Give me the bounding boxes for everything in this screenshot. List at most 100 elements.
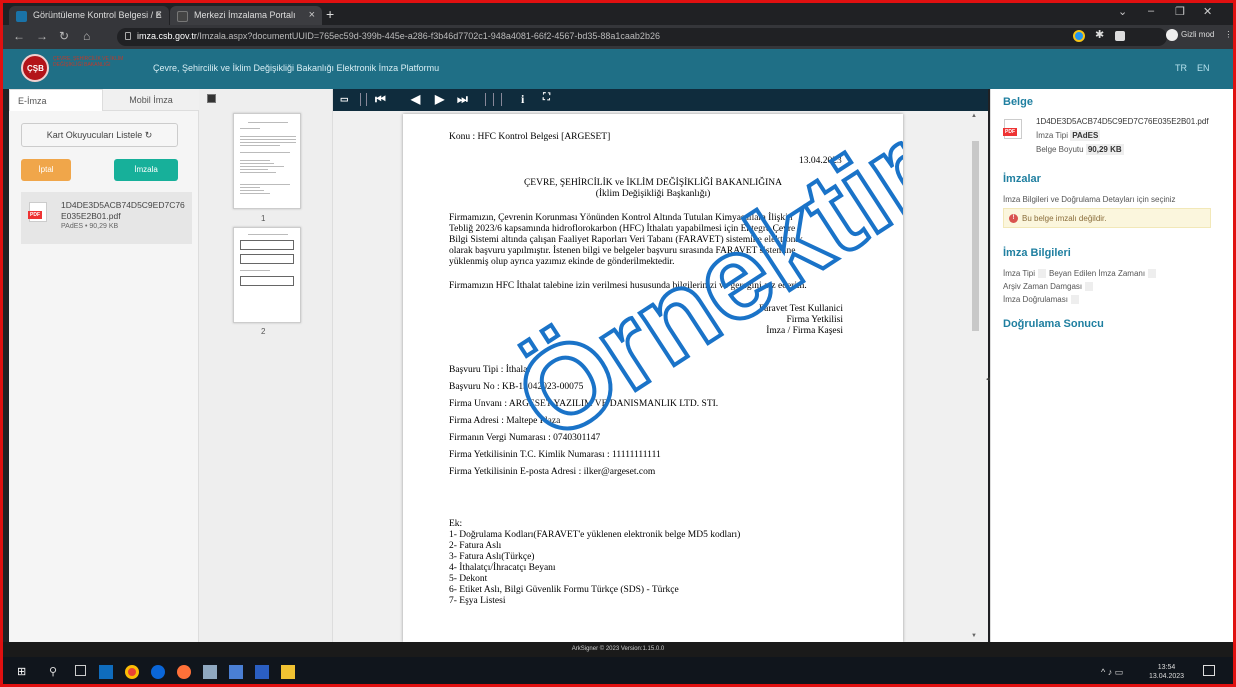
maximize-icon[interactable]: ❐ bbox=[1175, 5, 1185, 18]
doc-attachment-item: 4- İthalatçı/İhracatçı Beyanı bbox=[449, 563, 556, 573]
minimize-icon[interactable]: – bbox=[1148, 5, 1154, 17]
sidepanel-icon[interactable] bbox=[1115, 31, 1125, 41]
doc-attachments-heading: Ek: bbox=[449, 519, 463, 529]
last-page-icon[interactable]: ⏭ bbox=[457, 92, 468, 107]
taskbar-clock[interactable]: 13:54 13.04.2023 bbox=[1149, 663, 1184, 681]
forward-icon[interactable]: → bbox=[36, 29, 48, 43]
thumbnail-column: 1 2 bbox=[199, 89, 333, 642]
info-label: İmza Tipi bbox=[1003, 269, 1036, 278]
outlook-icon[interactable] bbox=[99, 665, 113, 679]
scroll-up-icon[interactable]: ▲ bbox=[971, 113, 977, 119]
file-list-item[interactable]: PDF 1D4DE3D5ACB74D5C9ED7C76E035E2B01.pdf… bbox=[21, 192, 192, 244]
windows-taskbar: ⊞ ⚲ ^ ♪ ▭ 13:54 13.04.2023 bbox=[3, 657, 1233, 684]
page-thumbnail-1[interactable] bbox=[233, 113, 301, 209]
first-page-icon[interactable]: ⏮ bbox=[375, 92, 386, 107]
fullscreen-icon[interactable]: ⛶ bbox=[543, 92, 550, 103]
cancel-button[interactable]: İptal bbox=[21, 159, 71, 181]
page-thumbnail-2[interactable] bbox=[233, 227, 301, 323]
list-card-readers-button[interactable]: Kart Okuyucuları Listele ↻ bbox=[21, 123, 178, 147]
lang-en-link[interactable]: EN bbox=[1197, 63, 1210, 73]
doc-attachment-item: 2- Fatura Aslı bbox=[449, 541, 502, 551]
screenshot-frame: Görüntüleme Kontrol Belgesi / E × Merkez… bbox=[0, 0, 1236, 687]
incognito-badge[interactable]: Gizli mod ⋮ bbox=[1166, 29, 1232, 41]
puzzle-icon[interactable]: ✱ bbox=[1095, 28, 1107, 41]
firefox-icon[interactable] bbox=[177, 665, 191, 679]
pdf-icon: PDF bbox=[28, 202, 47, 222]
info-icon[interactable]: i bbox=[521, 92, 524, 107]
info-label: Arşiv Zaman Damgası bbox=[1003, 282, 1083, 291]
file-explorer-icon[interactable] bbox=[281, 665, 295, 679]
app-footer: ArkSigner © 2023 Version:1.15.0.0 bbox=[3, 642, 1233, 657]
right-file-name: 1D4DE3D5ACB74D5C9ED7C76E035E2B01.pdf bbox=[1036, 117, 1209, 126]
url-path: /Imzala.aspx?documentUUID=765ec59d-399b-… bbox=[196, 31, 660, 41]
unsigned-alert: ! Bu belge imzalı değildir. bbox=[1003, 208, 1211, 228]
document-page: Konu : HFC Kontrol Belgesi [ARGESET] 13.… bbox=[403, 114, 903, 642]
search-icon[interactable]: ⚲ bbox=[49, 665, 63, 679]
notification-icon[interactable] bbox=[1203, 665, 1215, 676]
file-name: 1D4DE3D5ACB74D5C9ED7C76E035E2B01.pdf bbox=[61, 200, 185, 221]
tab-mobil-imza[interactable]: Mobil İmza bbox=[103, 89, 199, 111]
alert-text: Bu belge imzalı değildir. bbox=[1022, 214, 1107, 223]
pdf-icon: PDF bbox=[1003, 119, 1022, 139]
address-bar-row: ← → ↻ ⌂ imza.csb.gov.tr/Imzala.aspx?docu… bbox=[3, 25, 1233, 49]
scroll-down-icon[interactable]: ▼ bbox=[971, 633, 977, 639]
sidebar-toggle-icon[interactable]: ▭ bbox=[340, 94, 349, 105]
sign-button[interactable]: İmzala bbox=[114, 159, 178, 181]
platform-title: Çevre, Şehircilik ve İklim Değişikliği B… bbox=[153, 63, 440, 73]
logo-text: ÇEVRE, ŞEHİRCİLİK VE İKLİM DEĞİŞİKLİĞİ B… bbox=[53, 56, 124, 68]
notepad-icon[interactable] bbox=[203, 665, 217, 679]
doc-attachment-item: 7- Eşya Listesi bbox=[449, 596, 506, 606]
close-tab-icon[interactable]: × bbox=[309, 9, 315, 21]
document-size-row: Belge Boyutu 90,29 KB bbox=[1036, 144, 1124, 155]
lang-tr-link[interactable]: TR bbox=[1175, 63, 1187, 73]
close-window-icon[interactable]: ✕ bbox=[1203, 5, 1212, 18]
imza-bilgileri-heading: İmza Bilgileri bbox=[1003, 247, 1071, 259]
alert-icon: ! bbox=[1009, 214, 1018, 223]
info-row-3: İmza Doğrulaması bbox=[1003, 295, 1082, 305]
document-size-label: Belge Boyutu bbox=[1036, 145, 1084, 154]
new-tab-icon[interactable]: + bbox=[326, 6, 334, 22]
previous-page-icon[interactable]: ◀ bbox=[411, 92, 420, 106]
imzalar-heading: İmzalar bbox=[1003, 173, 1041, 185]
signing-panel: E-İmza Mobil İmza Kart Okuyucuları Liste… bbox=[9, 89, 199, 642]
document-viewer[interactable]: Konu : HFC Kontrol Belgesi [ARGESET] 13.… bbox=[333, 111, 988, 642]
ministry-logo[interactable]: ÇŞB bbox=[21, 54, 49, 82]
doc-detail-line: Firma Yetkilisinin T.C. Kimlik Numarası … bbox=[449, 450, 661, 460]
url-input[interactable]: imza.csb.gov.tr/Imzala.aspx?documentUUID… bbox=[117, 28, 1167, 46]
app-header: ÇŞB ÇEVRE, ŞEHİRCİLİK VE İKLİM DEĞİŞİKLİ… bbox=[3, 49, 1233, 89]
lock-icon bbox=[125, 32, 131, 40]
browser-tab-2[interactable]: Merkezi İmzalama Portalı × bbox=[170, 6, 322, 25]
tab-search-icon[interactable]: ⌄ bbox=[1118, 5, 1127, 18]
task-view-icon[interactable] bbox=[75, 665, 86, 676]
tab-eimza[interactable]: E-İmza bbox=[9, 89, 103, 111]
document-info-panel: Belge PDF 1D4DE3D5ACB74D5C9ED7C76E035E2B… bbox=[990, 89, 1233, 642]
system-tray-icons[interactable]: ^ ♪ ▭ bbox=[1101, 667, 1123, 678]
next-page-icon[interactable]: ▶ bbox=[435, 92, 444, 106]
url-domain: imza.csb.gov.tr bbox=[137, 31, 197, 41]
people-icon[interactable] bbox=[229, 665, 243, 679]
close-tab-icon[interactable]: × bbox=[156, 9, 162, 21]
info-row-1: İmza Tipi Beyan Edilen İmza Zamanı bbox=[1003, 269, 1159, 279]
viewer-scrollbar[interactable]: ▲ ▼ bbox=[969, 111, 980, 642]
extension-icon[interactable] bbox=[1073, 30, 1085, 42]
clock-date: 13.04.2023 bbox=[1149, 673, 1185, 680]
windows-start-icon[interactable]: ⊞ bbox=[17, 665, 31, 679]
browser-tab-1[interactable]: Görüntüleme Kontrol Belgesi / E × bbox=[9, 6, 169, 25]
home-icon[interactable]: ⌂ bbox=[83, 29, 90, 43]
menu-icon[interactable]: ⋮ bbox=[1224, 30, 1232, 39]
reload-icon[interactable]: ↻ bbox=[59, 29, 69, 43]
imzalar-subtitle: İmza Bilgileri ve Doğrulama Detayları iç… bbox=[1003, 195, 1176, 204]
thumbnail-page-number: 2 bbox=[261, 327, 266, 336]
thumbnail-toggle-icon[interactable] bbox=[207, 94, 216, 103]
info-label: Beyan Edilen İmza Zamanı bbox=[1049, 269, 1146, 278]
doc-attachment-item: 3- Fatura Aslı(Türkçe) bbox=[449, 552, 535, 562]
back-icon[interactable]: ← bbox=[13, 29, 25, 43]
chrome-icon[interactable] bbox=[125, 665, 139, 679]
doc-attachment-item: 1- Doğrulama Kodları(FARAVET'e yüklenen … bbox=[449, 530, 741, 540]
scroll-thumb[interactable] bbox=[972, 141, 979, 331]
edge-icon[interactable] bbox=[151, 665, 165, 679]
doc-subject: Konu : HFC Kontrol Belgesi [ARGESET] bbox=[449, 132, 611, 142]
word-icon[interactable] bbox=[255, 665, 269, 679]
tab-title: Merkezi İmzalama Portalı bbox=[194, 10, 296, 20]
info-label: İmza Doğrulaması bbox=[1003, 295, 1068, 304]
